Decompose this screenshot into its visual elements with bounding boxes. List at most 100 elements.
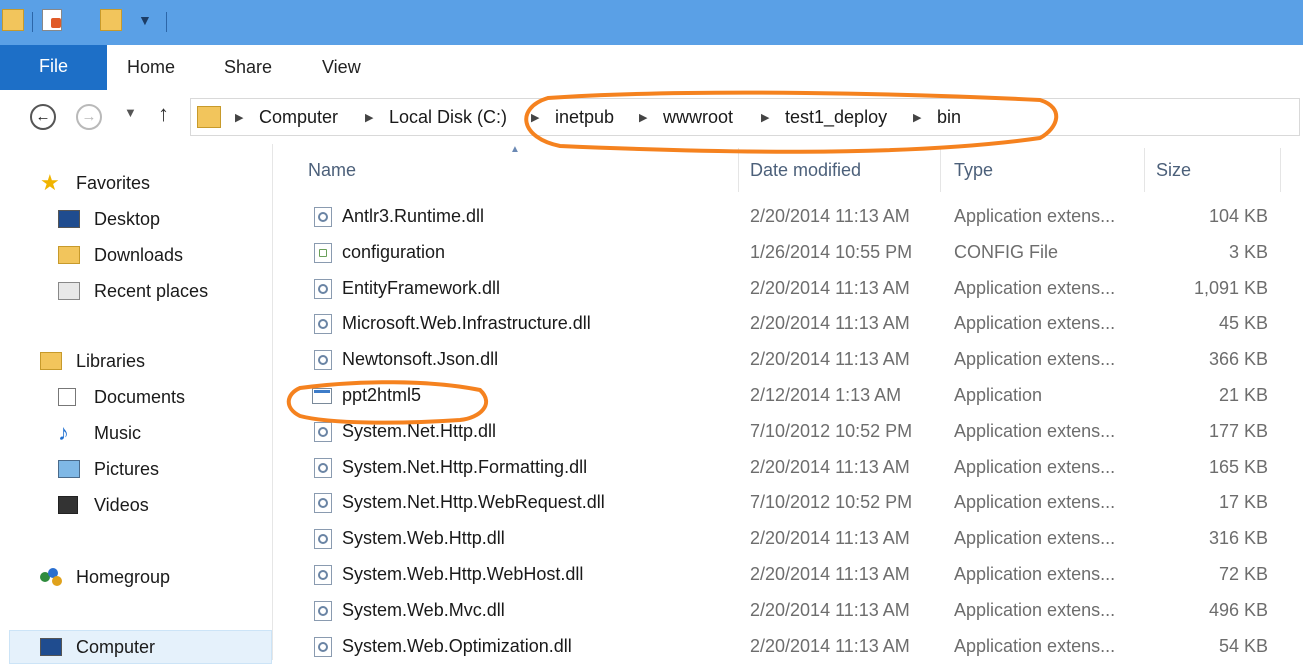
column-headers: ▲ Name Date modified Type Size	[272, 144, 1303, 192]
file-type: CONFIG File	[954, 241, 1059, 262]
nav-item-label: Documents	[94, 387, 186, 407]
back-button[interactable]: ←	[30, 104, 56, 130]
file-type: Application extens...	[954, 635, 1116, 656]
address-bar[interactable]: ▶ Computer ▶ Local Disk (C:) ▶ inetpub ▶…	[190, 98, 1300, 136]
file-name: EntityFramework.dll	[342, 277, 501, 298]
dll-icon	[314, 529, 332, 550]
dll-icon	[314, 565, 332, 585]
folder-icon	[197, 106, 221, 128]
recent-locations-icon[interactable]: ▼	[124, 105, 137, 120]
nav-computer-label: Computer	[76, 637, 156, 657]
file-date-modified: 1/26/2014 10:55 PM	[750, 241, 913, 262]
file-name: System.Net.Http.Formatting.dll	[342, 456, 588, 477]
breadcrumb-computer[interactable]: Computer	[259, 107, 338, 128]
dll-icon	[314, 207, 332, 227]
dll-icon	[314, 493, 332, 514]
file-size: 3 KB	[1228, 241, 1268, 262]
nav-item-label: Pictures	[94, 459, 160, 479]
file-name: System.Web.Mvc.dll	[342, 599, 505, 620]
breadcrumb-separator-icon[interactable]: ▶	[913, 111, 921, 124]
breadcrumb-wwwroot[interactable]: wwwroot	[663, 107, 733, 128]
folder-icon[interactable]	[2, 9, 24, 31]
file-name: Newtonsoft.Json.dll	[342, 349, 499, 370]
breadcrumb-separator-icon[interactable]: ▶	[365, 111, 373, 124]
breadcrumb-local-disk[interactable]: Local Disk (C:)	[389, 107, 507, 128]
file-size: 45 KB	[1218, 313, 1268, 334]
nav-item-label: Music	[94, 423, 142, 443]
libraries-icon	[40, 352, 62, 370]
table-row[interactable]: System.Net.Http.Formatting.dll 2/20/2014 …	[272, 451, 1303, 487]
table-row[interactable]: System.Web.Http.WebHost.dll 2/20/2014 11:…	[272, 558, 1303, 594]
breadcrumb-test1-deploy[interactable]: test1_deploy	[785, 107, 887, 128]
file-size: 1,091 KB	[1193, 277, 1268, 298]
tab-file[interactable]: File	[0, 45, 107, 90]
column-header-type[interactable]: Type	[954, 160, 993, 181]
file-date-modified: 7/10/2012 10:52 PM	[750, 492, 913, 513]
downloads-icon	[58, 246, 80, 264]
nav-item-label: Desktop	[94, 209, 161, 229]
breadcrumb-separator-icon[interactable]: ▶	[639, 111, 647, 124]
dll-icon	[314, 278, 332, 299]
table-row[interactable]: Newtonsoft.Json.dll 2/20/2014 11:13 AM App…	[272, 343, 1303, 379]
toolbar-divider	[166, 12, 167, 32]
nav-item-label: Recent places	[94, 281, 209, 301]
application-icon	[312, 388, 332, 404]
file-date-modified: 7/10/2012 10:52 PM	[750, 420, 913, 441]
table-row[interactable]: EntityFramework.dll 2/20/2014 11:13 AM App…	[272, 272, 1303, 308]
breadcrumb-inetpub[interactable]: inetpub	[555, 107, 614, 128]
navigation-pane: ★ Favorites Desktop Downloads Recent pla…	[0, 144, 273, 664]
column-header-name[interactable]: Name	[308, 160, 356, 181]
table-row[interactable]: System.Web.Mvc.dll 2/20/2014 11:13 AM Appl…	[272, 594, 1303, 630]
column-divider[interactable]	[1144, 148, 1145, 192]
table-row[interactable]: ppt2html5 2/12/2014 1:13 AM Application 21 …	[272, 379, 1303, 415]
videos-icon	[58, 496, 78, 514]
file-size: 17 KB	[1218, 492, 1268, 513]
customize-toolbar-icon[interactable]: ▼	[138, 12, 152, 28]
dll-icon	[314, 350, 332, 371]
file-date-modified: 2/20/2014 11:13 AM	[750, 564, 910, 584]
up-button[interactable]: ↑	[158, 101, 169, 127]
file-size: 316 KB	[1208, 528, 1268, 549]
computer-icon	[40, 638, 62, 656]
file-date-modified: 2/20/2014 11:13 AM	[750, 635, 910, 656]
breadcrumb-separator-icon[interactable]: ▶	[531, 111, 539, 124]
nav-item-label: Downloads	[94, 245, 184, 265]
properties-icon[interactable]	[42, 9, 62, 31]
column-header-size[interactable]: Size	[1156, 160, 1191, 181]
dll-icon	[314, 421, 332, 442]
file-size: 496 KB	[1208, 599, 1268, 620]
table-row[interactable]: System.Web.Optimization.dll 2/20/2014 11:…	[272, 630, 1303, 666]
file-type: Application extens...	[954, 456, 1116, 477]
file-name: System.Net.Http.dll	[342, 420, 497, 441]
file-date-modified: 2/20/2014 11:13 AM	[750, 349, 910, 370]
column-divider[interactable]	[1280, 148, 1281, 192]
nav-favorites-label: Favorites	[76, 173, 151, 193]
file-type: Application extens...	[954, 492, 1116, 513]
column-divider[interactable]	[940, 148, 941, 192]
breadcrumb-bin[interactable]: bin	[937, 107, 961, 128]
breadcrumb-separator-icon[interactable]: ▶	[761, 111, 769, 124]
table-row[interactable]: System.Net.Http.dll 7/10/2012 10:52 PM App…	[272, 415, 1303, 451]
file-name: System.Web.Http.dll	[342, 528, 505, 549]
file-type: Application extens...	[954, 313, 1116, 334]
file-size: 21 KB	[1218, 385, 1268, 405]
table-row[interactable]: configuration 1/26/2014 10:55 PM CONFIG Fi…	[272, 236, 1303, 272]
table-row[interactable]: Microsoft.Web.Infrastructure.dll 2/20/201…	[272, 307, 1303, 343]
file-name: System.Web.Http.WebHost.dll	[342, 564, 584, 584]
column-divider[interactable]	[738, 148, 739, 192]
tab-view[interactable]: View	[322, 45, 361, 90]
recent-places-icon	[58, 282, 80, 300]
tab-home[interactable]: Home	[127, 45, 175, 90]
file-name: Antlr3.Runtime.dll	[342, 206, 485, 226]
file-size: 72 KB	[1218, 564, 1268, 584]
table-row[interactable]: System.Net.Http.WebRequest.dll 7/10/2012 …	[272, 486, 1303, 522]
column-header-date-modified[interactable]: Date modified	[750, 160, 861, 181]
breadcrumb-separator-icon[interactable]: ▶	[235, 111, 243, 124]
table-row[interactable]: System.Web.Http.dll 2/20/2014 11:13 AM App…	[272, 522, 1303, 558]
dll-icon	[314, 457, 332, 478]
table-row[interactable]: Antlr3.Runtime.dll 2/20/2014 11:13 AM Appl…	[272, 200, 1303, 236]
forward-button[interactable]: →	[76, 104, 102, 130]
new-folder-icon[interactable]	[100, 9, 122, 31]
tab-share[interactable]: Share	[224, 45, 272, 90]
pictures-icon	[58, 460, 80, 478]
